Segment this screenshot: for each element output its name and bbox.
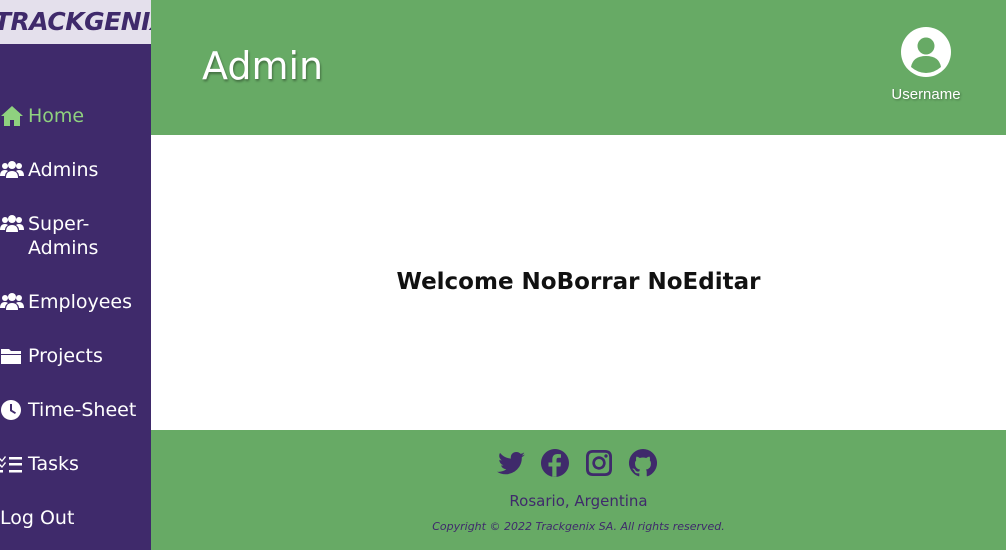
footer-copyright: Copyright © 2022 Trackgenix SA. All righ… — [432, 520, 725, 533]
username: Username — [891, 86, 961, 103]
sidebar-item-time-sheet[interactable]: Time-Sheet — [0, 398, 151, 422]
facebook-icon — [540, 449, 569, 477]
footer: Rosario, Argentina Copyright © 2022 Trac… — [151, 430, 1006, 550]
sidebar-item-admins[interactable]: Admins — [0, 158, 151, 182]
sidebar-item-label: Projects — [28, 345, 103, 367]
page-title: Admin — [202, 44, 324, 88]
users-icon — [0, 213, 24, 235]
sidebar-item-label: Tasks — [28, 453, 79, 475]
sidebar-item-label: Time-Sheet — [28, 399, 137, 421]
sidebar-item-label: Admins — [28, 159, 99, 181]
logo-text: TRACKGENIX — [0, 7, 151, 36]
facebook-link[interactable] — [540, 448, 570, 478]
main-content: Welcome NoBorrar NoEditar — [151, 135, 1006, 430]
folder-icon — [0, 345, 24, 367]
clock-icon — [0, 399, 24, 421]
instagram-link[interactable] — [584, 448, 614, 478]
sidebar-item-log-out[interactable]: Log Out — [0, 506, 151, 530]
twitter-link[interactable] — [496, 448, 526, 478]
instagram-icon — [586, 450, 612, 476]
footer-location: Rosario, Argentina — [509, 492, 648, 510]
welcome-message: Welcome NoBorrar NoEditar — [396, 269, 761, 295]
social-links — [496, 448, 658, 478]
sidebar-item-tasks[interactable]: Tasks — [0, 452, 151, 476]
sidebar-item-label: Home — [28, 105, 85, 127]
sidebar-item-home[interactable]: Home — [0, 104, 151, 128]
home-icon — [0, 105, 24, 127]
github-link[interactable] — [628, 448, 658, 478]
sidebar: TRACKGENIX Home Admins Super-Admins Emp — [0, 0, 151, 550]
users-icon — [0, 291, 24, 313]
logo[interactable]: TRACKGENIX — [0, 0, 151, 44]
tasks-icon — [0, 453, 24, 475]
user-circle-icon — [901, 27, 951, 77]
sidebar-item-super-admins[interactable]: Super-Admins — [0, 212, 151, 260]
sidebar-item-label: Employees — [28, 291, 132, 313]
sidebar-item-label: Super-Admins — [28, 213, 99, 259]
user-menu[interactable]: Username — [886, 26, 966, 103]
sidebar-item-employees[interactable]: Employees — [0, 290, 151, 314]
header: Admin Username — [151, 0, 1006, 135]
sidebar-item-projects[interactable]: Projects — [0, 344, 151, 368]
sidebar-item-label: Log Out — [0, 507, 75, 529]
twitter-icon — [497, 452, 525, 475]
users-icon — [0, 159, 24, 181]
github-icon — [628, 448, 658, 477]
